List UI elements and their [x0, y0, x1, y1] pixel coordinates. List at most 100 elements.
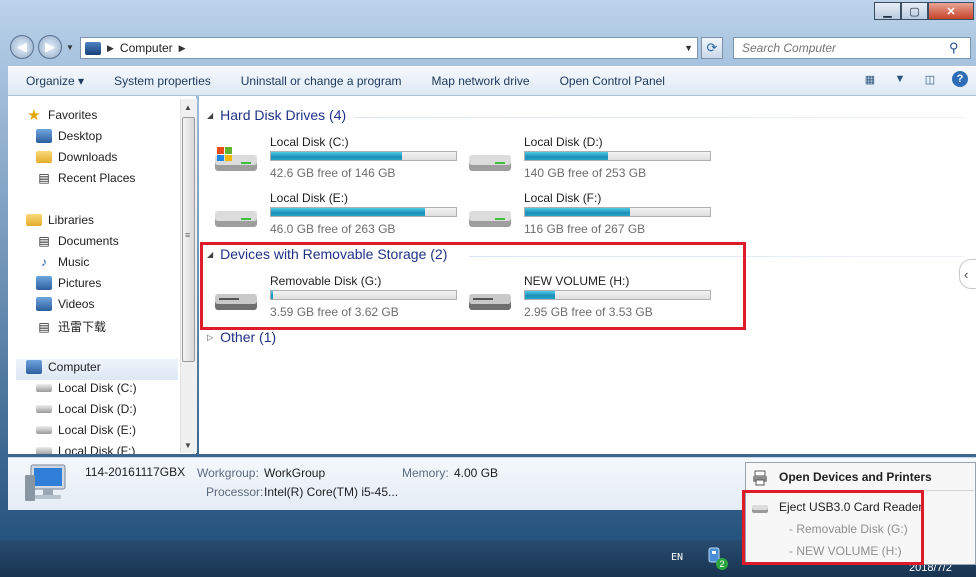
drive-free-space: 46.0 GB free of 263 GB: [270, 222, 396, 236]
forward-button[interactable]: ▶: [38, 35, 62, 59]
nav-libraries[interactable]: Libraries: [26, 213, 94, 227]
search-box[interactable]: ⚲: [733, 37, 971, 59]
computer-name: 114-20161117GBX: [85, 465, 186, 479]
navigation-pane: ★ Favorites Desktop Downloads ▤ Recent Pla…: [8, 96, 196, 454]
nav-scrollbar-thumb[interactable]: ≡: [182, 117, 195, 362]
nav-pictures-label: Pictures: [58, 276, 102, 290]
tray-badge: 2: [716, 558, 728, 570]
open-devices-printers-item[interactable]: Open Devices and Printers: [779, 470, 932, 484]
nav-scrollbar[interactable]: ▲ ≡ ▼: [180, 99, 197, 453]
scroll-down-icon[interactable]: ▼: [184, 441, 192, 450]
refresh-icon: ⟳: [706, 40, 718, 55]
folder-icon: ▤: [38, 319, 50, 334]
drive-free-space: 116 GB free of 267 GB: [524, 222, 646, 236]
drive-name: Local Disk (D:): [524, 135, 603, 149]
language-indicator[interactable]: EN: [671, 552, 683, 563]
windows-drive-icon: [215, 147, 257, 171]
drive-free-space: 140 GB free of 253 GB: [524, 166, 647, 180]
search-icon[interactable]: ⚲: [949, 40, 959, 56]
hard-drive-icon: [36, 405, 52, 413]
workgroup-value: WorkGroup: [264, 466, 326, 480]
eject-menu-highlight: [742, 490, 924, 565]
nav-xunlei[interactable]: ▤ 迅雷下载: [36, 318, 106, 335]
open-control-panel-button[interactable]: Open Control Panel: [545, 74, 680, 88]
maximize-button[interactable]: ▢: [901, 2, 928, 20]
search-input[interactable]: [740, 40, 949, 56]
capacity-bar: [524, 151, 711, 161]
nav-music-label: Music: [58, 255, 90, 269]
nav-favorites[interactable]: ★ Favorites: [26, 107, 97, 124]
nav-music[interactable]: ♪ Music: [36, 255, 89, 269]
change-view-icon[interactable]: ▦: [862, 71, 878, 87]
nav-drive-f[interactable]: Local Disk (F:): [36, 444, 135, 454]
nav-recent-label: Recent Places: [58, 171, 136, 185]
nav-desktop-label: Desktop: [58, 129, 103, 143]
organize-button[interactable]: Organize ▾: [8, 74, 99, 88]
nav-downloads[interactable]: Downloads: [36, 150, 117, 164]
back-button[interactable]: ◀: [10, 35, 34, 59]
group-hdd-label: Hard Disk Drives (4): [220, 107, 347, 123]
desktop-icon: [36, 129, 52, 143]
system-properties-button[interactable]: System properties: [99, 74, 226, 88]
recent-pages-dropdown[interactable]: ▼: [66, 43, 74, 52]
hard-drive-icon: [469, 155, 511, 171]
hard-drive-icon: [469, 211, 511, 227]
nav-computer[interactable]: Computer: [26, 360, 101, 374]
nav-recent-places[interactable]: ▤ Recent Places: [36, 171, 135, 185]
expand-icon[interactable]: ▷: [207, 333, 213, 342]
grip-icon: ≡: [185, 230, 191, 240]
collapse-icon[interactable]: ◢: [207, 111, 213, 120]
drive-name: Local Disk (E:): [270, 191, 349, 205]
group-other[interactable]: ▷ Other (1): [207, 329, 276, 345]
computer-monitor-icon: [25, 464, 66, 501]
address-bar[interactable]: ▶ Computer ▶ ▼: [80, 37, 698, 59]
address-dropdown-icon[interactable]: ▼: [684, 43, 693, 53]
libraries-icon: [26, 214, 42, 226]
minimize-button[interactable]: ▁: [874, 2, 901, 20]
chevron-left-icon: ‹: [964, 266, 969, 282]
capacity-bar-fill: [525, 152, 609, 160]
capacity-bar-fill: [525, 208, 631, 216]
caption-buttons: ▁ ▢ ✕: [874, 2, 974, 20]
nav-drive-c[interactable]: Local Disk (C:): [36, 381, 137, 395]
explorer-window: ▁ ▢ ✕ ◀ ▶ ▼ ▶ Computer ▶ ▼ ⟳ ⚲ Organize …: [0, 0, 976, 577]
command-bar: Organize ▾ System properties Uninstall o…: [8, 66, 976, 96]
breadcrumb-computer[interactable]: Computer: [120, 41, 173, 55]
nav-drive-d[interactable]: Local Disk (D:): [36, 402, 137, 416]
close-button[interactable]: ✕: [928, 2, 974, 20]
map-network-drive-button[interactable]: Map network drive: [417, 74, 545, 88]
help-icon[interactable]: ?: [952, 71, 968, 87]
nav-libraries-label: Libraries: [48, 213, 95, 227]
refresh-button[interactable]: ⟳: [701, 37, 723, 59]
view-dropdown-icon[interactable]: ▼: [892, 71, 908, 87]
breadcrumb-separator-icon[interactable]: ▶: [179, 43, 186, 54]
nav-downloads-label: Downloads: [58, 150, 118, 164]
side-panel-toggle[interactable]: ‹: [959, 259, 976, 289]
drive-tile-c[interactable]: Local Disk (C:) 42.6 GB free of 146 GB: [199, 133, 457, 180]
back-arrow-icon: ◀: [17, 39, 27, 54]
navigation-row: ◀ ▶ ▼ ▶ Computer ▶ ▼ ⟳ ⚲: [0, 34, 976, 62]
capacity-bar: [270, 207, 457, 217]
nav-documents[interactable]: ▤ Documents: [36, 234, 118, 248]
nav-computer-label: Computer: [48, 360, 101, 374]
breadcrumb-separator-icon[interactable]: ▶: [107, 43, 114, 54]
capacity-bar-fill: [271, 208, 425, 216]
nav-desktop[interactable]: Desktop: [36, 129, 102, 143]
hard-drive-icon: [36, 384, 52, 392]
music-icon: ♪: [41, 255, 47, 269]
downloads-folder-icon: [36, 151, 52, 163]
nav-drive-e[interactable]: Local Disk (E:): [36, 423, 136, 437]
scroll-up-icon[interactable]: ▲: [184, 103, 192, 112]
nav-pictures[interactable]: Pictures: [36, 276, 101, 290]
computer-icon: [85, 41, 101, 55]
group-hard-disk-drives[interactable]: ◢ Hard Disk Drives (4): [207, 107, 346, 123]
preview-pane-icon[interactable]: ◫: [922, 71, 938, 87]
drive-tile-e[interactable]: Local Disk (E:) 46.0 GB free of 263 GB: [199, 189, 457, 236]
uninstall-program-button[interactable]: Uninstall or change a program: [226, 74, 417, 88]
workgroup-label: Workgroup:: [197, 466, 259, 480]
group-divider: [355, 117, 965, 118]
drive-tile-f[interactable]: Local Disk (F:) 116 GB free of 267 GB: [453, 189, 711, 236]
star-icon: ★: [27, 107, 41, 124]
drive-tile-d[interactable]: Local Disk (D:) 140 GB free of 253 GB: [453, 133, 711, 180]
nav-videos[interactable]: Videos: [36, 297, 94, 311]
